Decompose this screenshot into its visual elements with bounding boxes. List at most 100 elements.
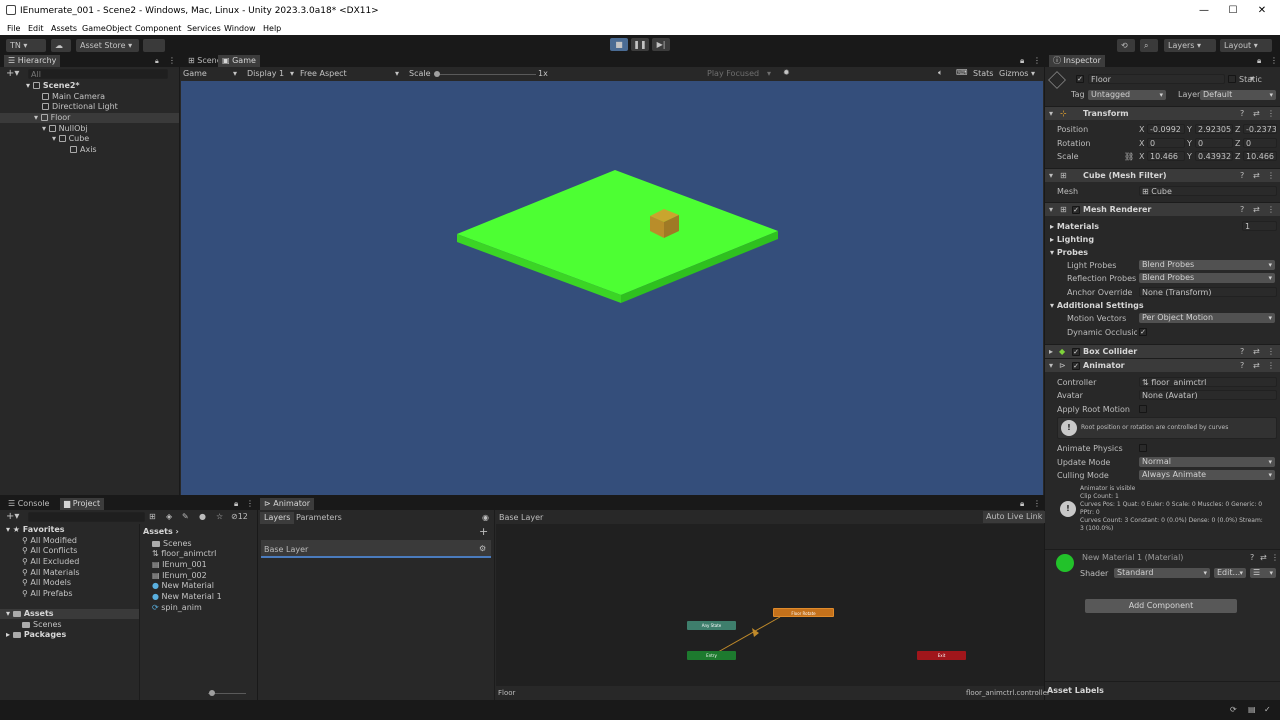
object-name-field[interactable]: Floor <box>1088 74 1225 84</box>
hierarchy-item-main-camera[interactable]: Main Camera <box>42 92 105 101</box>
help-icon[interactable]: ? <box>1240 109 1244 118</box>
static-dropdown-arrow[interactable]: ▾ <box>1250 74 1254 83</box>
menu-file[interactable]: File <box>7 24 20 33</box>
add-layer-icon[interactable]: + <box>479 525 488 538</box>
dynamic-occlusion-checkbox[interactable]: ✓ <box>1139 328 1147 336</box>
favorites-item[interactable]: ⚲ All Excluded <box>22 557 79 566</box>
favorites-item[interactable]: ⚲ All Models <box>22 578 71 587</box>
entry-node[interactable]: Entry <box>687 651 736 660</box>
active-checkbox[interactable]: ✓ <box>1076 75 1084 83</box>
status-check-icon[interactable]: ✓ <box>1264 705 1271 714</box>
presets-icon[interactable]: ⇄ <box>1253 171 1260 180</box>
rotation-y-field[interactable]: 0 <box>1195 138 1233 148</box>
tab-layers[interactable]: Layers <box>260 512 295 524</box>
component-menu-icon[interactable]: ⋮ <box>1267 171 1275 180</box>
eye-icon[interactable]: ◉ <box>482 513 489 522</box>
menu-dots-icon[interactable]: ⋮ <box>1033 56 1041 65</box>
game-mode-dropdown[interactable]: Game ▾ <box>183 69 240 78</box>
gizmos-button[interactable]: Gizmos ▾ <box>999 69 1035 78</box>
presets-icon[interactable]: ⇄ <box>1253 361 1260 370</box>
favorites-item[interactable]: ⚲ All Materials <box>22 568 80 577</box>
file-item[interactable]: ▤ IEnum_001 <box>152 560 207 569</box>
shader-list-button[interactable]: ☰ <box>1250 568 1276 578</box>
audio-mute-icon[interactable]: 🔈︎ <box>938 68 943 78</box>
additional-settings-foldout[interactable]: ▾ Additional Settings <box>1050 301 1144 310</box>
help-icon[interactable]: ? <box>1240 205 1244 214</box>
hierarchy-item-cube[interactable]: ▾ Cube <box>52 134 89 143</box>
favorite-star-icon[interactable]: ☆ <box>216 512 223 521</box>
toolbar-extra-button[interactable] <box>143 39 165 52</box>
project-search-input[interactable] <box>28 512 145 522</box>
culling-mode-dropdown[interactable]: Always Animate <box>1139 470 1275 480</box>
hidden-packages-icon[interactable]: ● <box>199 512 206 521</box>
position-y-field[interactable]: 2.92305 <box>1195 124 1233 134</box>
component-menu-icon[interactable]: ⋮ <box>1271 553 1279 562</box>
menu-dots-icon[interactable]: ⋮ <box>246 499 254 508</box>
lock-icon[interactable]: 🔒︎ <box>1020 56 1024 66</box>
probes-foldout[interactable]: ▾ Probes <box>1050 248 1088 257</box>
assets-foldout[interactable]: ▾ Assets <box>6 609 54 618</box>
controller-field[interactable]: ⇅ floor_animctrl <box>1139 377 1277 387</box>
avatar-field[interactable]: None (Avatar) <box>1139 390 1277 400</box>
help-icon[interactable]: ? <box>1240 171 1244 180</box>
scale-slider[interactable] <box>436 74 536 75</box>
update-mode-dropdown[interactable]: Normal <box>1139 457 1275 467</box>
cache-server-icon[interactable]: ▤ <box>1248 705 1256 714</box>
component-menu-icon[interactable]: ⋮ <box>1267 205 1275 214</box>
presets-icon[interactable]: ⇄ <box>1253 109 1260 118</box>
packages-foldout[interactable]: ▸ Packages <box>6 630 66 639</box>
display-dropdown[interactable]: Display 1 ▾ <box>247 69 297 78</box>
hierarchy-item-nullobj[interactable]: ▾ NullObj <box>42 124 88 133</box>
component-menu-icon[interactable]: ⋮ <box>1267 109 1275 118</box>
animator-enabled-checkbox[interactable]: ✓ <box>1072 362 1080 370</box>
graph-breadcrumb[interactable]: Base Layer <box>499 513 543 522</box>
floor-state-node[interactable]: Floor Rotate <box>773 608 834 617</box>
box-collider-header[interactable]: ▸ ◆ ✓ Box Collider ? ⇄ ⋮ <box>1045 344 1280 358</box>
stats-button[interactable]: Stats <box>973 69 993 78</box>
favorites-foldout[interactable]: ▾ ★ Favorites <box>6 525 65 534</box>
icon-size-slider-handle[interactable] <box>209 690 215 696</box>
tag-dropdown[interactable]: Untagged <box>1088 90 1166 100</box>
log-types-icon[interactable]: ✎ <box>182 512 189 521</box>
file-item[interactable]: ⇅ floor_animctrl <box>152 549 216 558</box>
animate-physics-checkbox[interactable] <box>1139 444 1147 452</box>
shader-edit-button[interactable]: Edit... <box>1214 568 1246 578</box>
search-icon[interactable]: ⌕ <box>1140 39 1158 52</box>
minimize-icon[interactable]: — <box>1192 3 1216 19</box>
mesh-renderer-enabled-checkbox[interactable]: ✓ <box>1072 206 1080 214</box>
lighting-foldout[interactable]: ▸ Lighting <box>1050 235 1094 244</box>
transform-header[interactable]: ▾ ⊹ Transform ? ⇄ ⋮ <box>1045 106 1280 120</box>
asset-labels-title[interactable]: Asset Labels <box>1047 686 1104 695</box>
visibility-count[interactable]: ⊘12 <box>231 512 248 521</box>
menu-assets[interactable]: Assets <box>51 24 77 33</box>
presets-icon[interactable]: ⇄ <box>1260 553 1267 562</box>
help-icon[interactable]: ? <box>1240 361 1244 370</box>
tab-inspector[interactable]: ⓘ Inspector <box>1049 55 1105 67</box>
tree-folder-scenes[interactable]: Scenes <box>22 620 62 629</box>
close-icon[interactable]: ✕ <box>1250 3 1274 19</box>
static-checkbox[interactable] <box>1228 75 1236 83</box>
component-menu-icon[interactable]: ⋮ <box>1267 361 1275 370</box>
anchor-override-field[interactable]: None (Transform) <box>1139 287 1277 297</box>
step-button[interactable]: ▶| <box>652 38 670 51</box>
play-focused-dropdown[interactable]: Play Focused ▾ <box>707 69 775 78</box>
play-stop-button[interactable]: ■ <box>610 38 628 51</box>
tab-animator[interactable]: ⊳ Animator <box>260 498 315 510</box>
rotation-x-field[interactable]: 0 <box>1147 138 1185 148</box>
favorites-item[interactable]: ⚲ All Conflicts <box>22 546 77 555</box>
menu-dots-icon[interactable]: ⋮ <box>1033 499 1041 508</box>
menu-help[interactable]: Help <box>263 24 281 33</box>
box-collider-enabled-checkbox[interactable]: ✓ <box>1072 348 1080 356</box>
materials-foldout[interactable]: ▸ Materials <box>1050 222 1099 231</box>
file-item[interactable]: ● New Material <box>152 581 214 590</box>
file-item[interactable]: Scenes <box>152 539 192 548</box>
component-menu-icon[interactable]: ⋮ <box>1267 347 1275 356</box>
mesh-field[interactable]: ⊞ Cube <box>1139 186 1277 196</box>
lock-icon[interactable]: 🔒︎ <box>234 499 238 509</box>
create-icon[interactable]: +▾ <box>6 511 19 522</box>
menu-edit[interactable]: Edit <box>28 24 44 33</box>
file-item[interactable]: ▤ IEnum_002 <box>152 571 207 580</box>
tab-project[interactable]: ▆ Project <box>60 498 105 510</box>
scene-row[interactable]: ▾ Scene2* <box>26 81 80 90</box>
apply-root-motion-checkbox[interactable] <box>1139 405 1147 413</box>
